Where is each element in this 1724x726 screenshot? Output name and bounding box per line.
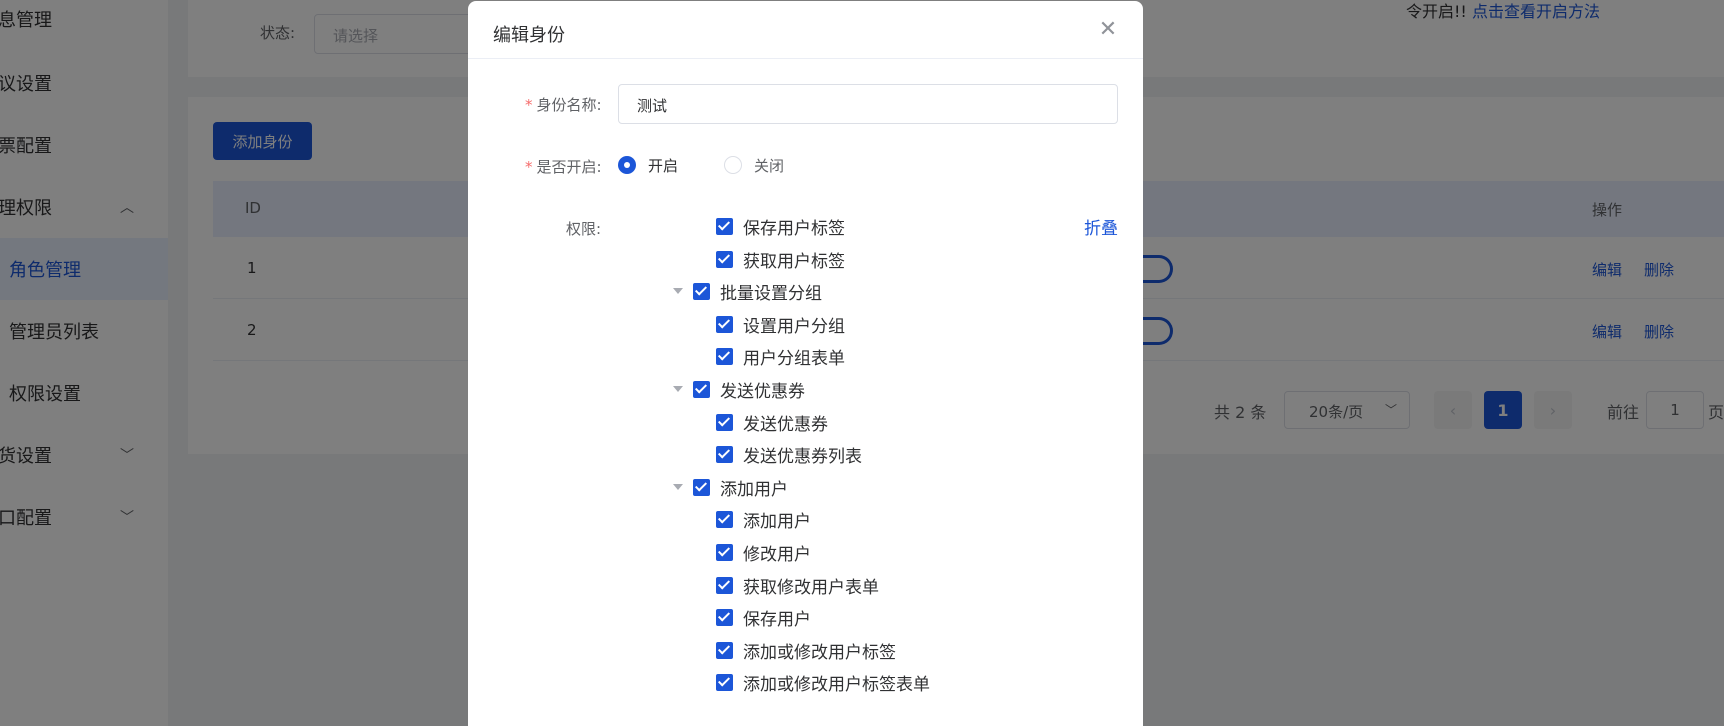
radio-enabled-on[interactable]: 开启 — [618, 155, 678, 175]
caret-down-icon[interactable] — [673, 288, 683, 294]
checkbox-checked-icon[interactable] — [716, 543, 733, 561]
checkbox-checked-icon[interactable] — [693, 380, 710, 398]
checkbox-checked-icon[interactable] — [716, 217, 733, 235]
required-icon: * — [525, 96, 533, 114]
checkbox-checked-icon[interactable] — [716, 641, 733, 659]
role-name-input[interactable]: 测试 — [618, 84, 1118, 124]
checkbox-checked-icon[interactable] — [693, 282, 710, 300]
tree-node-label: 批量设置分组 — [720, 283, 822, 304]
tree-node[interactable]: 批量设置分组 — [693, 279, 822, 304]
enabled-label: * 是否开启: — [525, 158, 602, 176]
dialog-header: 编辑身份 ✕ — [468, 1, 1143, 59]
required-icon: * — [525, 158, 533, 176]
collapse-link[interactable]: 折叠 — [1084, 214, 1118, 239]
tree-node-label: 用户分组表单 — [743, 348, 845, 369]
checkbox-checked-icon[interactable] — [693, 478, 710, 496]
tree-node[interactable]: 用户分组表单 — [716, 344, 845, 369]
tree-node[interactable]: 获取用户标签 — [716, 247, 845, 272]
checkbox-checked-icon[interactable] — [716, 347, 733, 365]
tree-node[interactable]: 设置用户分组 — [716, 312, 845, 337]
tree-node-label: 发送优惠券列表 — [743, 446, 862, 467]
tree-node-label: 保存用户标签 — [743, 218, 845, 239]
checkbox-checked-icon[interactable] — [716, 510, 733, 528]
tree-node[interactable]: 添加用户 — [693, 475, 788, 500]
tree-node[interactable]: 添加或修改用户标签表单 — [716, 670, 930, 695]
tree-node-label: 添加用户 — [743, 511, 811, 532]
radio-unchecked-icon — [724, 156, 742, 174]
checkbox-checked-icon[interactable] — [716, 576, 733, 594]
radio-label: 开启 — [648, 156, 679, 175]
tree-node[interactable]: 添加或修改用户标签 — [716, 638, 896, 663]
tree-node-label: 修改用户 — [743, 544, 811, 565]
close-icon: ✕ — [1098, 16, 1118, 42]
tree-node-label: 保存用户 — [743, 609, 811, 630]
permissions-label: 权限: — [566, 220, 602, 238]
tree-node[interactable]: 发送优惠券列表 — [716, 442, 862, 467]
radio-checked-icon — [618, 156, 636, 174]
checkbox-checked-icon[interactable] — [716, 608, 733, 626]
checkbox-checked-icon[interactable] — [716, 673, 733, 691]
checkbox-checked-icon[interactable] — [716, 315, 733, 333]
tree-node[interactable]: 获取修改用户表单 — [716, 573, 879, 598]
tree-node[interactable]: 保存用户 — [716, 605, 811, 630]
radio-enabled-off[interactable]: 关闭 — [724, 155, 784, 175]
tree-node-label: 获取修改用户表单 — [743, 577, 879, 598]
tree-node-label: 添加或修改用户标签 — [743, 642, 896, 663]
radio-label: 关闭 — [754, 156, 785, 175]
tree-node-label: 获取用户标签 — [743, 251, 845, 272]
tree-node-label: 发送优惠券 — [720, 381, 805, 402]
dialog-title: 编辑身份 — [493, 25, 565, 46]
checkbox-checked-icon[interactable] — [716, 250, 733, 268]
tree-node[interactable]: 保存用户标签 — [716, 214, 845, 239]
tree-node-label: 设置用户分组 — [743, 316, 845, 337]
role-name-label: * 身份名称: — [525, 96, 602, 114]
tree-node-label: 添加用户 — [720, 479, 788, 500]
caret-down-icon[interactable] — [673, 484, 683, 490]
tree-node-label: 发送优惠券 — [743, 414, 828, 435]
close-button[interactable]: ✕ — [1096, 16, 1120, 42]
tree-node[interactable]: 发送优惠券 — [716, 410, 828, 435]
caret-down-icon[interactable] — [673, 386, 683, 392]
checkbox-checked-icon[interactable] — [716, 413, 733, 431]
tree-node[interactable]: 添加用户 — [716, 507, 811, 532]
checkbox-checked-icon[interactable] — [716, 445, 733, 463]
tree-node-label: 添加或修改用户标签表单 — [743, 674, 930, 695]
tree-node[interactable]: 发送优惠券 — [693, 377, 805, 402]
edit-role-dialog: 编辑身份 ✕ * 身份名称: 测试 * 是否开启: 开启 关闭 权限: 折叠 保存用… — [468, 1, 1143, 726]
tree-node[interactable]: 修改用户 — [716, 540, 811, 565]
